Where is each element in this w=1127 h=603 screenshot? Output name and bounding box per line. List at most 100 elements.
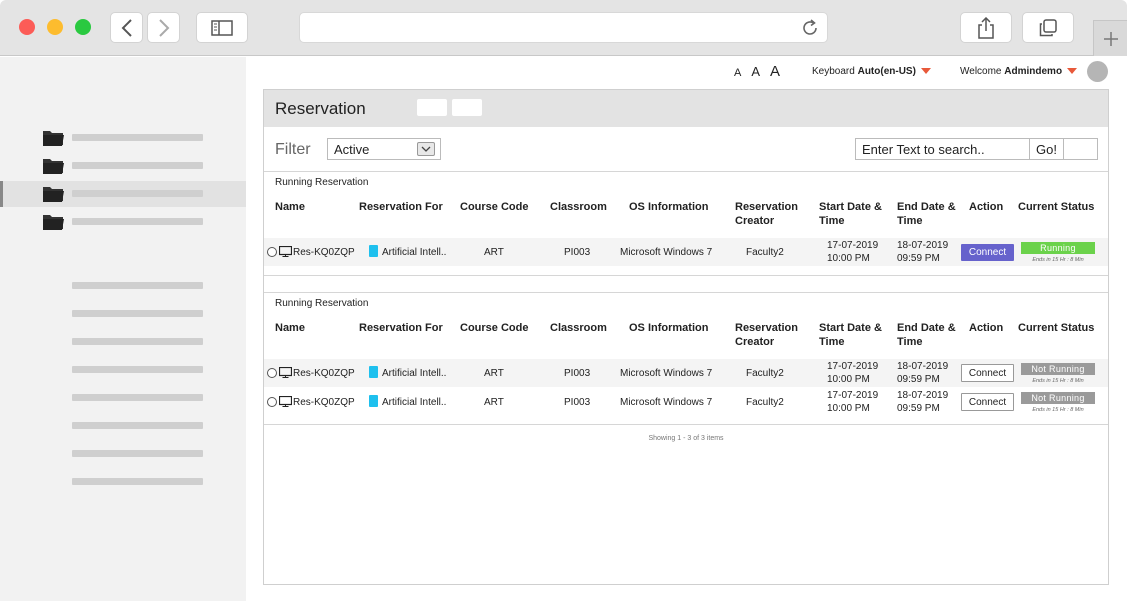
reload-icon[interactable] [801, 19, 819, 37]
column-header-name: Name [275, 201, 305, 213]
reservation-creator: Faculty2 [746, 368, 784, 379]
dropdown-button[interactable] [417, 142, 435, 156]
filter-select[interactable]: Active [327, 138, 441, 160]
column-header-end-date-time: End Date & Time [897, 201, 956, 227]
sidebar-item-2[interactable] [0, 153, 246, 179]
sidebar-subitem-2[interactable] [72, 310, 203, 317]
tabs-button[interactable] [1022, 12, 1074, 43]
sidebar-subitem-6[interactable] [72, 422, 203, 429]
reservation-name[interactable]: Res-KQ0ZQP [293, 246, 355, 259]
share-icon [978, 16, 994, 39]
column-header-reservation-creator: Reservation Creator [735, 322, 798, 348]
os-information: Microsoft Windows 7 [620, 397, 713, 408]
sidebar-item-label-placeholder [72, 134, 203, 141]
os-information: Microsoft Windows 7 [620, 247, 713, 258]
sidebar-toggle-icon [211, 19, 233, 36]
status-badge: Not Running [1021, 363, 1095, 375]
sidebar-item-label-placeholder [72, 162, 203, 169]
book-icon [369, 366, 378, 378]
go-button[interactable]: Go! [1029, 138, 1064, 160]
column-header-reservation-creator: Reservation Creator [735, 201, 798, 227]
column-header-current-status: Current Status [1018, 322, 1095, 334]
sidebar-subitem-7[interactable] [72, 450, 203, 457]
sidebar-subitem-3[interactable] [72, 338, 203, 345]
back-button[interactable] [110, 12, 143, 43]
sidebar-item-4[interactable] [0, 209, 246, 235]
column-header-reservation-for: Reservation For [359, 201, 443, 213]
panel-header: Reservation [264, 90, 1108, 127]
new-tab-button[interactable] [1093, 20, 1127, 56]
section-title: Running Reservation [275, 298, 369, 309]
row-select-radio[interactable] [267, 397, 277, 407]
filter-selected-value: Active [334, 142, 370, 157]
row-select-radio[interactable] [267, 247, 277, 257]
connect-button[interactable]: Connect [961, 393, 1014, 411]
sidebar-item-3[interactable] [0, 181, 246, 207]
status-badge: Not Running [1021, 392, 1095, 404]
keyboard-value: Auto(en-US) [857, 66, 916, 77]
column-header-action: Action [969, 201, 1004, 213]
start-time: 10:00 PM [827, 253, 870, 264]
column-header-course-code: Course Code [460, 322, 529, 334]
course-code: ART [484, 397, 504, 408]
avatar[interactable] [1087, 61, 1108, 82]
column-header-course-code: Course Code [460, 201, 529, 213]
running-reservation-section-1: Running Reservation Name Reservation For… [264, 171, 1108, 276]
sidebar-item-label-placeholder [72, 218, 203, 225]
course-code: ART [484, 368, 504, 379]
column-header-name: Name [275, 322, 305, 334]
font-size-medium-button[interactable]: A [751, 64, 760, 79]
sidebar-subitem-1[interactable] [72, 282, 203, 289]
reservation-name[interactable]: Res-KQ0ZQP [293, 367, 355, 380]
font-size-controls: A A A [734, 63, 780, 80]
search-extra-button[interactable] [1063, 138, 1098, 160]
column-header-end-date-time: End Date & Time [897, 322, 956, 348]
column-header-reservation-for: Reservation For [359, 322, 443, 334]
start-time: 10:00 PM [827, 374, 870, 385]
sidebar-item-label-placeholder [72, 190, 203, 197]
folder-icon [43, 215, 64, 230]
sidebar-subitem-5[interactable] [72, 394, 203, 401]
keyboard-selector[interactable]: Keyboard Auto(en-US) [812, 66, 931, 77]
sidebar [0, 57, 246, 601]
maximize-window-button[interactable] [75, 19, 91, 35]
end-date: 18-07-2019 [897, 390, 949, 401]
font-size-large-button[interactable]: A [770, 63, 780, 80]
course-code: ART [484, 247, 504, 258]
column-header-current-status: Current Status [1018, 201, 1095, 213]
header-action-button-1[interactable] [417, 99, 447, 116]
page-title: Reservation [275, 99, 366, 118]
table-row: Res-KQ0ZQP Artificial Intell.. ART PI003… [264, 388, 1108, 416]
sidebar-item-1[interactable] [0, 125, 246, 151]
connect-button[interactable]: Connect [961, 364, 1014, 382]
column-header-os-information: OS Information [629, 322, 709, 334]
browser-toolbar [0, 0, 1127, 56]
start-date: 17-07-2019 [827, 240, 879, 251]
font-size-small-button[interactable]: A [734, 67, 741, 79]
row-select-radio[interactable] [267, 368, 277, 378]
forward-button[interactable] [147, 12, 180, 43]
header-action-button-2[interactable] [452, 99, 482, 116]
minimize-window-button[interactable] [47, 19, 63, 35]
reservation-for: Artificial Intell.. [382, 368, 447, 379]
sidebar-subitem-8[interactable] [72, 478, 203, 485]
address-bar[interactable] [299, 12, 828, 43]
chevron-down-icon [920, 68, 931, 75]
reservation-creator: Faculty2 [746, 247, 784, 258]
sidebar-toggle-button[interactable] [196, 12, 248, 43]
column-header-classroom: Classroom [550, 201, 607, 213]
share-button[interactable] [960, 12, 1012, 43]
monitor-icon [279, 246, 292, 257]
connect-button[interactable]: Connect [961, 244, 1014, 261]
close-window-button[interactable] [19, 19, 35, 35]
reservation-name[interactable]: Res-KQ0ZQP [293, 396, 355, 409]
start-date: 17-07-2019 [827, 361, 879, 372]
book-icon [369, 245, 378, 257]
reservation-creator: Faculty2 [746, 397, 784, 408]
classroom: PI003 [564, 397, 591, 408]
sidebar-subitem-4[interactable] [72, 366, 203, 373]
folder-icon [43, 131, 64, 146]
username: Admindemo [1004, 66, 1063, 77]
user-menu[interactable]: Welcome Admindemo [960, 66, 1078, 77]
search-input[interactable]: Enter Text to search.. [855, 138, 1030, 160]
